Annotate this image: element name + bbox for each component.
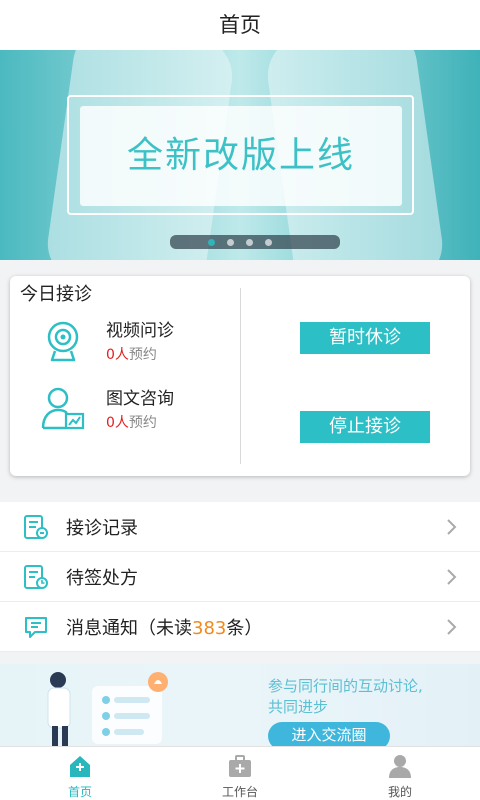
stop-consult-button[interactable]: 停止接诊 [300, 411, 430, 443]
join-community-button[interactable]: 进入交流圈 [268, 722, 390, 746]
carousel-indicator [208, 239, 272, 247]
tab-home[interactable]: 首页 [0, 747, 160, 800]
bottom-tab-bar: 首页 工作台 我的 [0, 746, 480, 800]
tab-label: 我的 [387, 785, 412, 799]
tab-workbench[interactable]: 工作台 [160, 747, 320, 800]
menu-item-label: 待签处方 [66, 568, 138, 589]
page-title: 首页 [0, 0, 480, 50]
tab-mine[interactable]: 我的 [320, 747, 480, 800]
webcam-icon [47, 321, 79, 362]
menu-item-notifications[interactable]: 消息通知（未读383条） [0, 602, 480, 652]
card-title: 今日接诊 [20, 284, 92, 305]
carousel-dot[interactable] [227, 239, 234, 246]
tab-label: 工作台 [221, 785, 258, 799]
carousel-dot[interactable] [265, 239, 272, 246]
briefcase-icon [229, 755, 251, 777]
promo-text: 参与同行间的互动讨论, 共同进步 [268, 677, 423, 716]
doctor-illustration [47, 672, 168, 746]
today-consultation-card: 今日接诊 视频问诊 0人预约 图文咨询 0人预约 暂时休诊 停止接诊 [10, 276, 470, 476]
service-name: 视频问诊 [106, 321, 174, 341]
home-page: 首页 全新改版上线 今日接诊 视频问诊 0人预约 图文咨询 0人预约 暂时休诊 … [0, 0, 480, 800]
menu-item-consult-records[interactable]: 接诊记录 [0, 502, 480, 552]
carousel-dot[interactable] [246, 239, 253, 246]
pause-consult-button[interactable]: 暂时休诊 [300, 322, 430, 354]
menu-list: 接诊记录 待签处方 消息通知（未读383条） [0, 502, 480, 652]
chevron-right-icon [447, 619, 457, 635]
service-name: 图文咨询 [106, 389, 174, 409]
banner-carousel[interactable]: 全新改版上线 [0, 50, 480, 260]
chevron-right-icon [447, 519, 457, 535]
banner-headline: 全新改版上线 [80, 106, 402, 206]
chevron-right-icon [447, 569, 457, 585]
user-chart-icon [41, 387, 85, 430]
unread-count: 383 [192, 618, 227, 639]
menu-item-label: 接诊记录 [66, 518, 138, 539]
video-consult-item[interactable]: 视频问诊 0人预约 [40, 316, 230, 372]
home-icon [70, 756, 90, 777]
message-icon [25, 617, 47, 638]
person-icon [389, 755, 411, 778]
community-promo-banner[interactable]: 参与同行间的互动讨论, 共同进步 进入交流圈 [0, 664, 480, 746]
prescription-icon [24, 565, 48, 589]
text-consult-item[interactable]: 图文咨询 0人预约 [40, 384, 230, 440]
service-booking-count: 0人预约 [106, 415, 157, 431]
carousel-dot[interactable] [208, 239, 215, 246]
service-booking-count: 0人预约 [106, 347, 157, 363]
tab-label: 首页 [67, 785, 92, 799]
record-icon [24, 515, 48, 539]
menu-item-pending-prescriptions[interactable]: 待签处方 [0, 552, 480, 602]
menu-item-label: 消息通知（未读383条） [66, 618, 263, 639]
divider [240, 288, 241, 464]
